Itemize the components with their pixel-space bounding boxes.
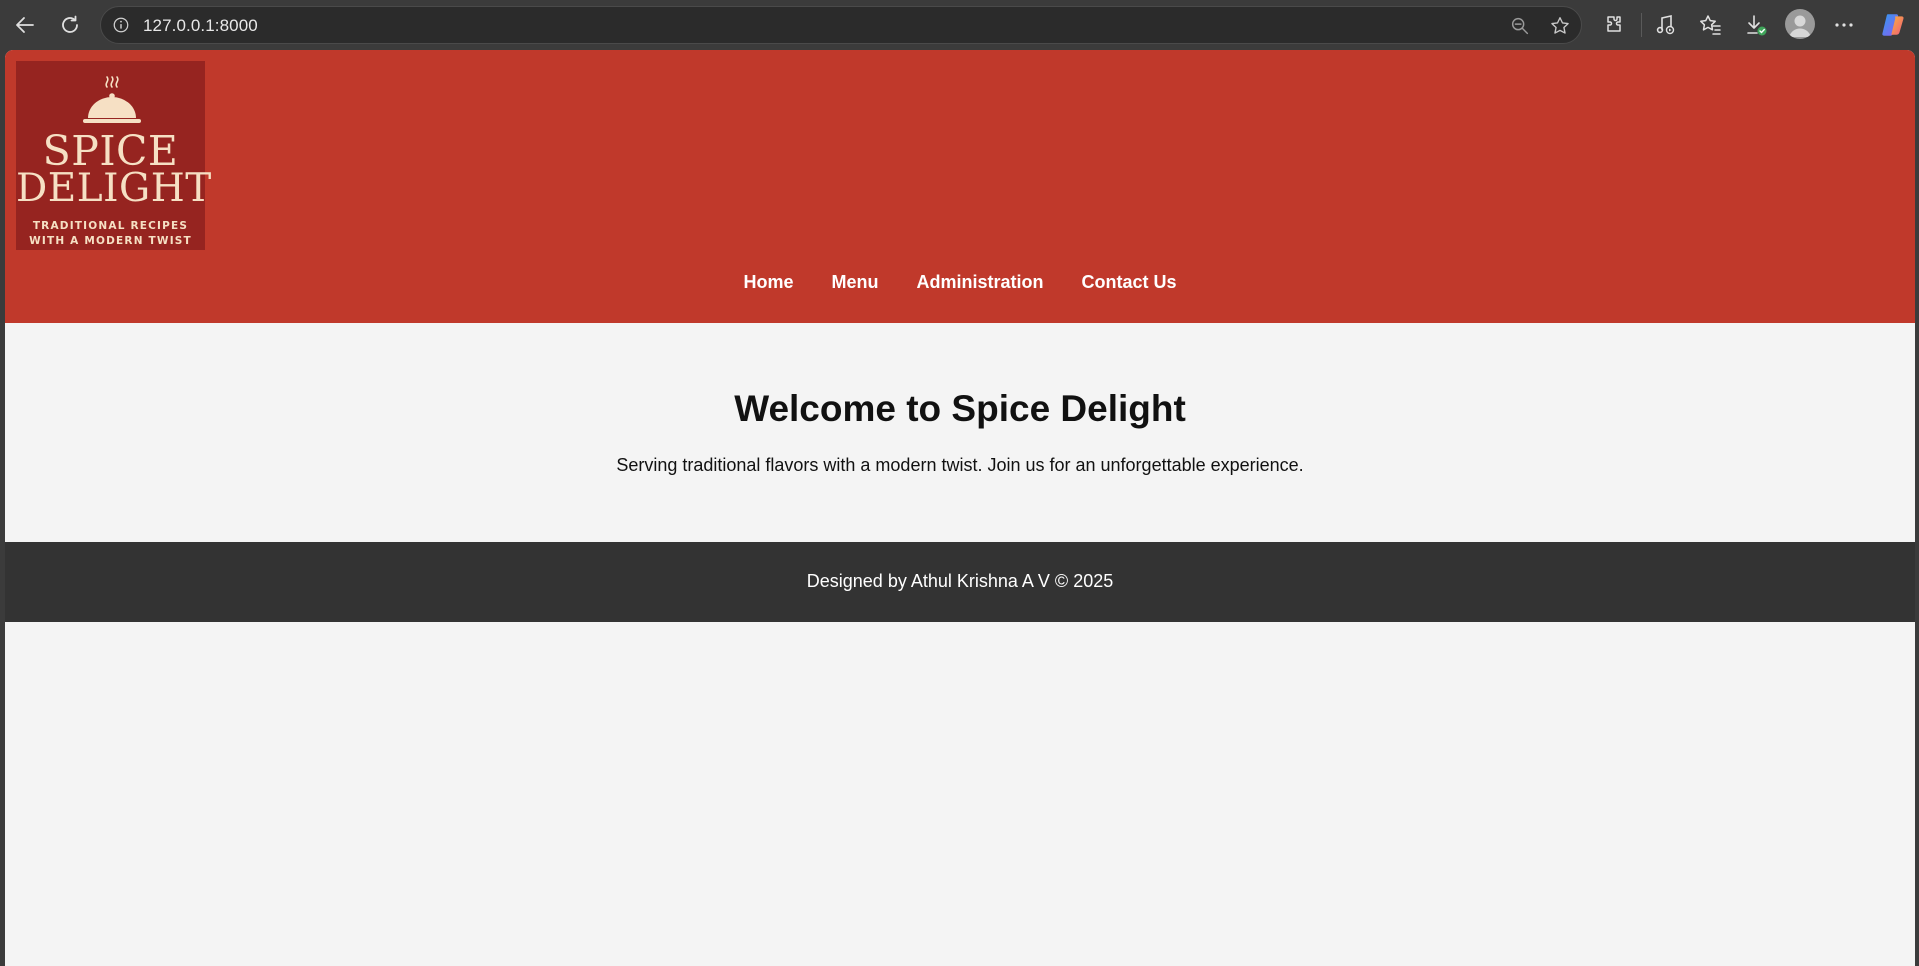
copilot-icon <box>1882 14 1904 36</box>
extensions-icon <box>1607 16 1621 32</box>
browser-toolbar: 127.0.0.1:8000 <box>0 0 1919 50</box>
main-nav: Home Menu Administration Contact Us <box>5 272 1915 293</box>
footer-credit: Designed by Athul Krishna A V © 2025 <box>806 571 1114 591</box>
toolbar-divider <box>1641 13 1642 37</box>
nav-home[interactable]: Home <box>724 272 812 293</box>
favorites-button[interactable] <box>1691 6 1729 44</box>
profile-icon[interactable] <box>1785 9 1815 39</box>
more-icon <box>1835 23 1853 27</box>
refresh-icon <box>62 15 78 33</box>
logo-tagline2: WITH A MODERN TWIST <box>29 235 192 247</box>
media-control-icon <box>1656 15 1675 35</box>
nav-contact-us[interactable]: Contact Us <box>1063 272 1196 293</box>
spice-delight-logo[interactable]: SPICE DELIGHT TRADITIONAL RECIPES WITH A… <box>16 61 212 250</box>
hero-section: Welcome to Spice Delight Serving traditi… <box>5 323 1915 542</box>
back-button[interactable] <box>6 6 44 44</box>
site-footer: Designed by Athul Krishna A V © 2025 <box>5 542 1915 622</box>
media-control-button[interactable] <box>1646 6 1684 44</box>
downloads-button[interactable] <box>1737 6 1775 44</box>
logo-line2: DELIGHT <box>16 166 212 211</box>
copilot-button[interactable] <box>1874 6 1912 44</box>
url-text[interactable]: 127.0.0.1:8000 <box>143 16 258 36</box>
nav-administration[interactable]: Administration <box>897 272 1062 293</box>
address-bar[interactable]: 127.0.0.1:8000 <box>100 6 1582 44</box>
more-button[interactable] <box>1825 6 1863 44</box>
zoom-out-icon[interactable] <box>1508 14 1532 38</box>
favorite-star-icon[interactable] <box>1548 14 1572 38</box>
site-info-icon[interactable] <box>111 15 131 35</box>
refresh-button[interactable] <box>51 6 89 44</box>
favorites-icon <box>1700 15 1721 35</box>
page-title: Welcome to Spice Delight <box>734 388 1186 429</box>
back-icon <box>16 17 34 33</box>
nav-menu[interactable]: Menu <box>812 272 897 293</box>
page-viewport: SPICE DELIGHT TRADITIONAL RECIPES WITH A… <box>5 50 1915 966</box>
logo-tagline1: TRADITIONAL RECIPES <box>32 220 189 232</box>
hero-subtitle: Serving traditional flavors with a moder… <box>616 455 1304 475</box>
extensions-button[interactable] <box>1595 6 1633 44</box>
downloads-icon <box>1747 15 1767 36</box>
site-header: SPICE DELIGHT TRADITIONAL RECIPES WITH A… <box>5 50 1915 323</box>
